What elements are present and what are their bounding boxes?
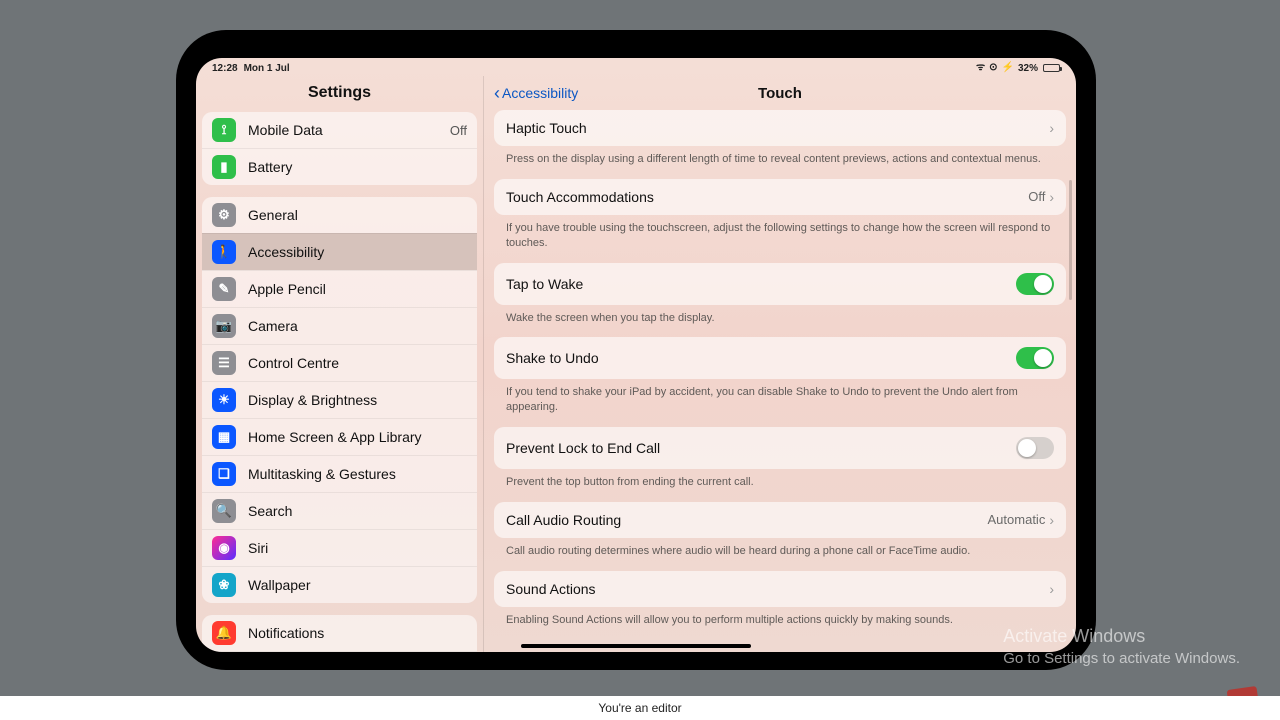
sidebar-group-sounds: 🔔 Notifications 🔊 Sounds [202, 615, 477, 652]
sidebar-item-notifications[interactable]: 🔔 Notifications [202, 615, 477, 651]
setting-row-shake-to-undo: Shake to Undo [494, 337, 1066, 379]
sidebar-item-apple-pencil[interactable]: ✎ Apple Pencil [202, 270, 477, 307]
shake-to-undo-switch[interactable] [1016, 347, 1054, 369]
gear-icon: ⚙ [212, 203, 236, 227]
status-bar: 12:28 Mon 1 Jul ᯤ ⊙ ⚡ 32% [196, 58, 1076, 76]
sidebar-item-label: General [248, 207, 467, 223]
battery-icon [1043, 64, 1060, 72]
sidebar-item-label: Apple Pencil [248, 281, 467, 297]
setting-label: Haptic Touch [506, 120, 1049, 136]
sidebar-group-main: ⚙ General 🚶 Accessibility ✎ Apple Pencil [202, 197, 477, 603]
sidebar-item-accessibility[interactable]: 🚶 Accessibility [202, 233, 477, 270]
sidebar-item-home-screen[interactable]: ▦ Home Screen & App Library [202, 418, 477, 455]
sidebar-item-label: Home Screen & App Library [248, 429, 467, 445]
setting-footer: If you tend to shake your iPad by accide… [494, 379, 1066, 417]
setting-label: Prevent Lock to End Call [506, 440, 1016, 456]
setting-row-call-audio-routing[interactable]: Call Audio Routing Automatic › [494, 502, 1066, 538]
sidebar-item-label: Siri [248, 540, 467, 556]
brightness-icon: ☀ [212, 388, 236, 412]
detail-pane: ‹ Accessibility Touch Haptic Touch › Pre… [484, 76, 1076, 652]
setting-row-prevent-lock: Prevent Lock to End Call [494, 427, 1066, 469]
sidebar-item-battery[interactable]: ▮ Battery [202, 148, 477, 185]
battery-percent: 32% [1018, 63, 1038, 74]
setting-footer: Press on the display using a different l… [494, 146, 1066, 169]
sidebar-item-multitasking[interactable]: ❏ Multitasking & Gestures [202, 455, 477, 492]
setting-label: Call Audio Routing [506, 512, 988, 528]
sidebar-item-general[interactable]: ⚙ General [202, 197, 477, 233]
sidebar-item-label: Battery [248, 159, 467, 175]
sidebar-item-siri[interactable]: ◉ Siri [202, 529, 477, 566]
home-indicator[interactable] [521, 644, 751, 648]
setting-row-haptic-touch[interactable]: Haptic Touch › [494, 110, 1066, 146]
chevron-right-icon: › [1049, 581, 1054, 597]
chevron-left-icon: ‹ [494, 84, 500, 102]
search-icon: 🔍 [212, 499, 236, 523]
status-date: Mon 1 Jul [244, 63, 290, 74]
setting-footer: Call audio routing determines where audi… [494, 538, 1066, 561]
pencil-icon: ✎ [212, 277, 236, 301]
setting-footer: Prevent the top button from ending the c… [494, 469, 1066, 492]
antenna-icon: ⟟ [212, 118, 236, 142]
accessibility-icon: 🚶 [212, 240, 236, 264]
setting-value: Off [1028, 189, 1045, 204]
setting-footer: Wake the screen when you tap the display… [494, 305, 1066, 328]
sidebar-item-display[interactable]: ☀ Display & Brightness [202, 381, 477, 418]
setting-footer: Enabling Sound Actions will allow you to… [494, 607, 1066, 630]
charging-icon: ⚡ [1002, 63, 1014, 73]
sidebar-item-label: Mobile Data [248, 122, 438, 138]
setting-label: Shake to Undo [506, 350, 1016, 366]
multitask-icon: ❏ [212, 462, 236, 486]
sidebar-item-label: Search [248, 503, 467, 519]
editor-status-bar: You're an editor [0, 696, 1280, 720]
grid-icon: ▦ [212, 425, 236, 449]
setting-label: Touch Accommodations [506, 189, 1028, 205]
prevent-lock-switch[interactable] [1016, 437, 1054, 459]
sidebar-item-search[interactable]: 🔍 Search [202, 492, 477, 529]
sidebar-item-label: Notifications [248, 625, 467, 641]
sidebar-item-label: Camera [248, 318, 467, 334]
sidebar-item-label: Control Centre [248, 355, 467, 371]
sidebar-item-camera[interactable]: 📷 Camera [202, 307, 477, 344]
sidebar-item-value: Off [450, 123, 467, 138]
sidebar-item-mobile-data[interactable]: ⟟ Mobile Data Off [202, 112, 477, 148]
setting-label: Tap to Wake [506, 276, 1016, 292]
back-button[interactable]: ‹ Accessibility [494, 84, 578, 102]
wallpaper-icon: ❀ [212, 573, 236, 597]
tap-to-wake-switch[interactable] [1016, 273, 1054, 295]
sidebar-item-label: Accessibility [248, 244, 467, 260]
sidebar-item-label: Wallpaper [248, 577, 467, 593]
back-label: Accessibility [502, 85, 578, 101]
orientation-lock-icon: ⊙ [989, 63, 997, 73]
settings-sidebar: Settings ⟟ Mobile Data Off ▮ Battery [196, 76, 484, 652]
tablet-frame: 12:28 Mon 1 Jul ᯤ ⊙ ⚡ 32% Settings ⟟ [176, 30, 1096, 670]
setting-row-tap-to-wake: Tap to Wake [494, 263, 1066, 305]
bell-icon: 🔔 [212, 621, 236, 645]
status-time: 12:28 [212, 63, 238, 74]
setting-footer: If you have trouble using the touchscree… [494, 215, 1066, 253]
camera-icon: 📷 [212, 314, 236, 338]
chevron-right-icon: › [1049, 120, 1054, 136]
scroll-indicator [1069, 180, 1072, 300]
sidebar-group-network: ⟟ Mobile Data Off ▮ Battery [202, 112, 477, 185]
wifi-icon: ᯤ [976, 63, 985, 73]
setting-row-sound-actions[interactable]: Sound Actions › [494, 571, 1066, 607]
sliders-icon: ☰ [212, 351, 236, 375]
setting-value: Automatic [988, 512, 1046, 527]
sidebar-item-control-centre[interactable]: ☰ Control Centre [202, 344, 477, 381]
setting-label: Sound Actions [506, 581, 1049, 597]
setting-row-touch-accommodations[interactable]: Touch Accommodations Off › [494, 179, 1066, 215]
siri-icon: ◉ [212, 536, 236, 560]
screen: 12:28 Mon 1 Jul ᯤ ⊙ ⚡ 32% Settings ⟟ [196, 58, 1076, 652]
sidebar-item-wallpaper[interactable]: ❀ Wallpaper [202, 566, 477, 603]
sidebar-title: Settings [196, 76, 483, 112]
sidebar-item-label: Display & Brightness [248, 392, 467, 408]
detail-header: ‹ Accessibility Touch [484, 76, 1076, 110]
chevron-right-icon: › [1049, 189, 1054, 205]
battery-icon: ▮ [212, 155, 236, 179]
sidebar-item-label: Multitasking & Gestures [248, 466, 467, 482]
sidebar-item-sounds[interactable]: 🔊 Sounds [202, 651, 477, 652]
chevron-right-icon: › [1049, 512, 1054, 528]
